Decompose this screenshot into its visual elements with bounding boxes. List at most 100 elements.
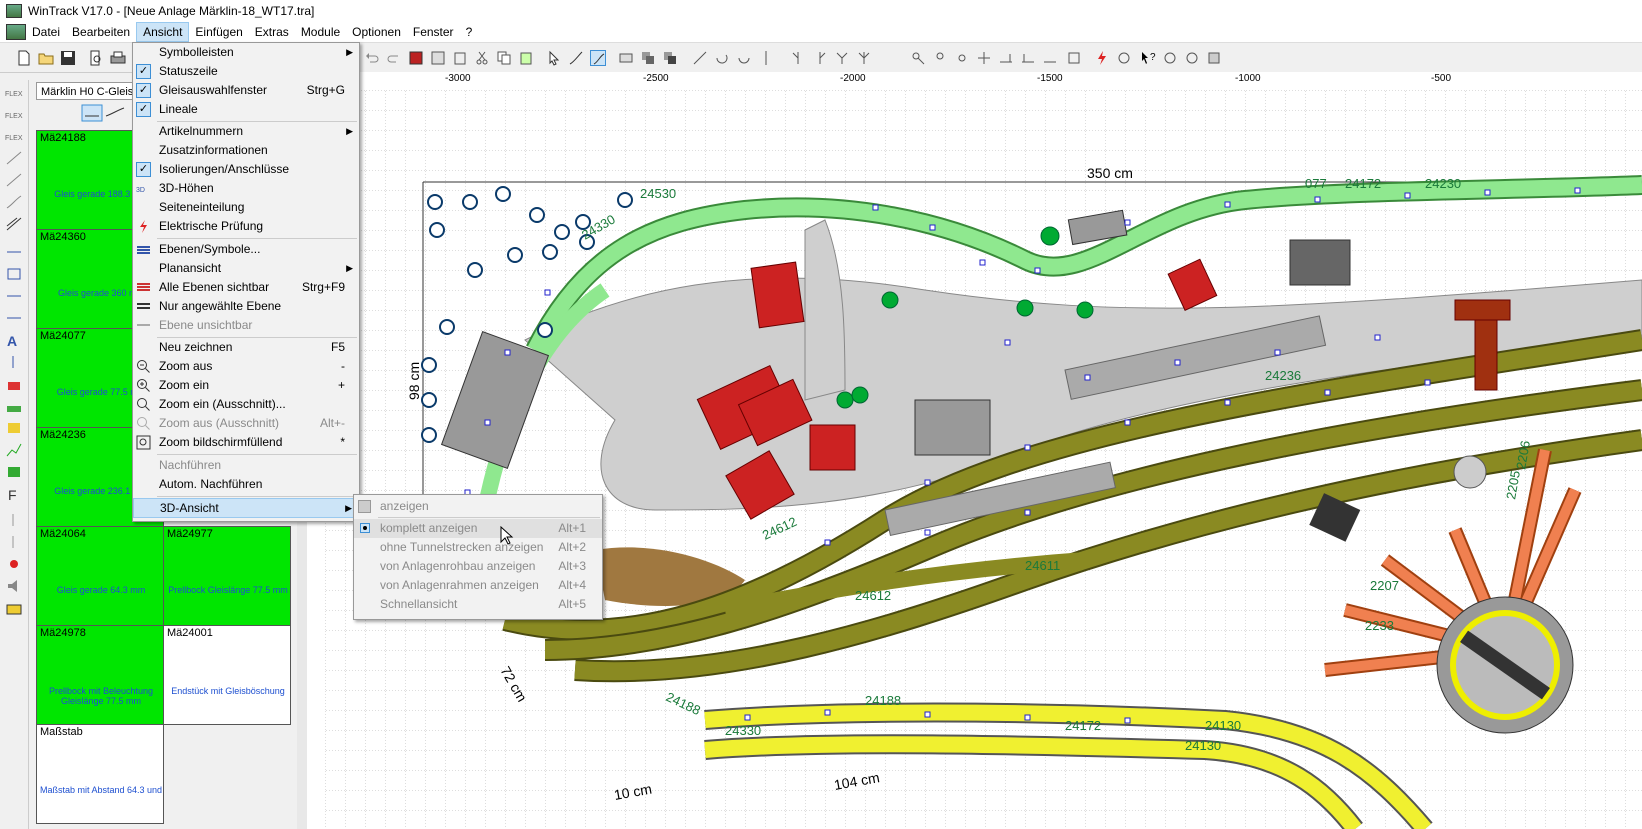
chart-icon[interactable] bbox=[5, 442, 23, 458]
print-preview-icon[interactable] bbox=[88, 50, 104, 66]
camera-icon[interactable] bbox=[5, 600, 23, 616]
flex-tool-icon[interactable] bbox=[590, 50, 606, 66]
rotate-icon[interactable] bbox=[714, 50, 730, 66]
rect-icon[interactable] bbox=[5, 266, 23, 282]
switch-y-icon[interactable] bbox=[834, 50, 850, 66]
track-end-3-icon[interactable] bbox=[1042, 50, 1058, 66]
copy-list-icon[interactable] bbox=[430, 50, 446, 66]
submenu-item-rohbau[interactable]: von Anlagenrohbau anzeigen Alt+3 bbox=[354, 557, 602, 576]
undo-icon[interactable] bbox=[364, 50, 380, 66]
submenu-item-komplett[interactable]: komplett anzeigen Alt+1 bbox=[354, 519, 602, 538]
submenu-item-ohne-tunnel[interactable]: ohne Tunnelstrecken anzeigen Alt+2 bbox=[354, 538, 602, 557]
redo-icon[interactable] bbox=[386, 50, 402, 66]
flex-track-4-icon[interactable] bbox=[5, 150, 23, 166]
rotate-180-icon[interactable] bbox=[736, 50, 752, 66]
track-end-icon[interactable] bbox=[998, 50, 1014, 66]
layout-canvas[interactable]: 350 cm 98 cm 72 cm 10 cm 104 cm 24530 24… bbox=[325, 90, 1642, 829]
track-tile[interactable]: Mä24064 Gleis gerade 64.3 mm bbox=[36, 526, 164, 626]
menu-item-zoom-aus[interactable]: Zoom aus - bbox=[133, 357, 359, 376]
dimension-icon[interactable] bbox=[5, 244, 23, 260]
switch-right-icon[interactable] bbox=[812, 50, 828, 66]
track-cross-icon[interactable] bbox=[976, 50, 992, 66]
track-end-2-icon[interactable] bbox=[1020, 50, 1036, 66]
menu-item-zoom-bildschirmfuellend[interactable]: Zoom bildschirmfüllend * bbox=[133, 433, 359, 452]
layers-icon[interactable] bbox=[640, 50, 656, 66]
landscape-icon[interactable] bbox=[5, 398, 23, 414]
menu-item-autom-nachfuehren[interactable]: Autom. Nachführen bbox=[133, 475, 359, 494]
paste-list-icon[interactable] bbox=[452, 50, 468, 66]
track-tool-icon[interactable] bbox=[5, 172, 23, 188]
open-folder-icon[interactable] bbox=[38, 50, 54, 66]
menu-item-3d-ansicht[interactable]: 3D-Ansicht ▶ bbox=[133, 498, 359, 518]
article-list-icon[interactable] bbox=[408, 50, 424, 66]
menu-item-elektrische-pruefung[interactable]: Elektrische Prüfung bbox=[133, 217, 359, 236]
electric-check-icon[interactable] bbox=[1094, 50, 1110, 66]
track-tool-2-icon[interactable] bbox=[5, 194, 23, 210]
switch-3way-icon[interactable] bbox=[856, 50, 872, 66]
connect-icon[interactable] bbox=[910, 50, 926, 66]
menu-datei[interactable]: Datei bbox=[26, 22, 66, 42]
menu-item-statuszeile[interactable]: ✓ Statuszeile bbox=[133, 62, 359, 81]
flex-track-2-icon[interactable]: FLEX bbox=[5, 106, 23, 122]
node-icon[interactable] bbox=[954, 50, 970, 66]
track-tile[interactable]: Mä24001 Endstück mit Gleisböschung bbox=[163, 625, 291, 725]
context-help-icon[interactable]: ? bbox=[1140, 50, 1156, 66]
submenu-item-rahmen[interactable]: von Anlagenrahmen anzeigen Alt+4 bbox=[354, 576, 602, 595]
f-tool-icon[interactable]: F bbox=[5, 486, 23, 503]
pointer-icon[interactable] bbox=[546, 50, 562, 66]
settings-icon[interactable] bbox=[1162, 50, 1178, 66]
menu-item-seiteneinteilung[interactable]: Seiteneinteilung bbox=[133, 198, 359, 217]
flex-track-icon[interactable]: FLEX bbox=[5, 84, 23, 100]
layers-2-icon[interactable] bbox=[662, 50, 678, 66]
menu-item-gleisauswahlfenster[interactable]: ✓ Gleisauswahlfenster Strg+G bbox=[133, 81, 359, 100]
red-dot-icon[interactable] bbox=[5, 556, 23, 572]
height-icon[interactable] bbox=[5, 354, 23, 370]
track-tile[interactable]: Maßstab Maßstab mit Abstand 64.3 und bbox=[36, 724, 164, 824]
switch-left-icon[interactable] bbox=[790, 50, 806, 66]
building-icon[interactable] bbox=[5, 376, 23, 392]
menu-ansicht[interactable]: Ansicht bbox=[136, 22, 190, 42]
paste-icon[interactable] bbox=[518, 50, 534, 66]
copy-icon[interactable] bbox=[496, 50, 512, 66]
settings-2-icon[interactable] bbox=[1184, 50, 1200, 66]
menu-module[interactable]: Module bbox=[295, 22, 346, 42]
menu-item-zoom-ein-ausschnitt[interactable]: Zoom ein (Ausschnitt)... bbox=[133, 395, 359, 414]
mirror-icon[interactable] bbox=[758, 50, 774, 66]
menu-bearbeiten[interactable]: Bearbeiten bbox=[66, 22, 136, 42]
menu-item-lineale[interactable]: ✓ Lineale bbox=[133, 100, 359, 119]
arrow-measure-icon[interactable] bbox=[5, 288, 23, 304]
menu-optionen[interactable]: Optionen bbox=[346, 22, 407, 42]
submenu-item-schnellansicht[interactable]: Schnellansicht Alt+5 bbox=[354, 595, 602, 614]
menu-item-nur-angewaehlte-ebene[interactable]: Nur angewählte Ebene bbox=[133, 297, 359, 316]
menu-item-3d-hoehen[interactable]: 3D 3D-Höhen bbox=[133, 179, 359, 198]
rails-icon[interactable] bbox=[5, 216, 23, 232]
menu-item-ebenen-symbole[interactable]: Ebenen/Symbole... bbox=[133, 240, 359, 259]
measure-2-icon[interactable] bbox=[5, 310, 23, 326]
fit-icon[interactable] bbox=[1066, 50, 1082, 66]
curve-tool-icon[interactable] bbox=[568, 50, 584, 66]
track-tile[interactable]: Mä24977 Prellbock Gleislänge 77.5 mm bbox=[163, 526, 291, 626]
build-icon[interactable] bbox=[1206, 50, 1222, 66]
vertical-measure-2-icon[interactable] bbox=[5, 534, 23, 550]
menu-item-artikelnummern[interactable]: Artikelnummern ▶ bbox=[133, 122, 359, 141]
text-tool-icon[interactable]: A bbox=[5, 332, 23, 349]
electric-icon[interactable] bbox=[1116, 50, 1132, 66]
menu-item-planansicht[interactable]: Planansicht ▶ bbox=[133, 259, 359, 278]
menu-einfuegen[interactable]: Einfügen bbox=[189, 22, 248, 42]
speaker-icon[interactable] bbox=[5, 578, 23, 594]
menu-extras[interactable]: Extras bbox=[249, 22, 295, 42]
menu-item-isolierungen[interactable]: ✓ Isolierungen/Anschlüsse bbox=[133, 160, 359, 179]
cut-icon[interactable] bbox=[474, 50, 490, 66]
track-tile[interactable]: Mä24978 Prellbock mit Beleuchtung Gleislä… bbox=[36, 625, 164, 725]
flex-track-3-icon[interactable]: FLEX bbox=[5, 128, 23, 144]
menu-item-neu-zeichnen[interactable]: Neu zeichnen F5 bbox=[133, 338, 359, 357]
layout-icon[interactable] bbox=[5, 464, 23, 480]
save-icon[interactable] bbox=[60, 50, 76, 66]
signal-icon[interactable] bbox=[5, 420, 23, 436]
menu-fenster[interactable]: Fenster bbox=[407, 22, 460, 42]
menu-item-symbolleisten[interactable]: Symbolleisten ▶ bbox=[133, 43, 359, 62]
menu-item-zusatzinformationen[interactable]: Zusatzinformationen bbox=[133, 141, 359, 160]
document-icon[interactable] bbox=[6, 24, 26, 40]
menu-item-zoom-ein[interactable]: Zoom ein + bbox=[133, 376, 359, 395]
measure-icon[interactable] bbox=[692, 50, 708, 66]
